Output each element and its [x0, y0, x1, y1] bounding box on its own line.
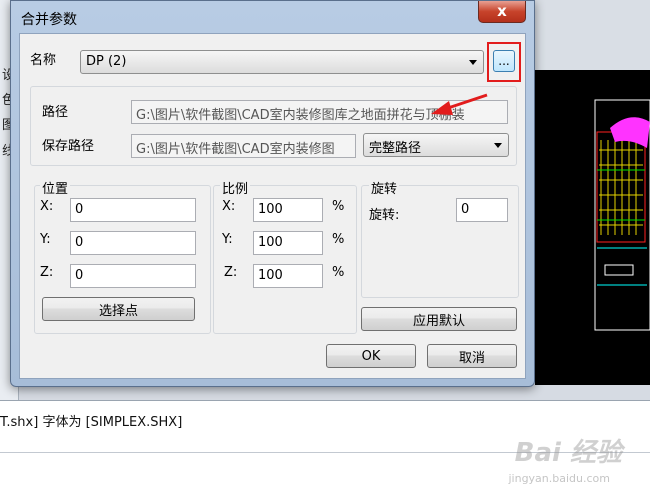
position-y-input[interactable]: 0: [70, 231, 196, 255]
position-z-label: Z:: [40, 265, 54, 280]
rotation-label: 旋转:: [369, 208, 400, 223]
scale-x-label: X:: [222, 199, 236, 214]
position-y-label: Y:: [40, 232, 51, 247]
close-icon: x: [497, 2, 507, 20]
name-label: 名称: [30, 53, 57, 68]
command-history-line: T.shx] 字体为 [SIMPLEX.SHX]: [0, 415, 183, 430]
scale-x-unit: %: [332, 199, 345, 214]
browse-highlight-box: ...: [487, 42, 521, 82]
path-value: G:\图片\软件截图\CAD室内装修图库之地面拼花与顶棚装: [136, 108, 465, 123]
scale-z-label: Z:: [224, 265, 238, 280]
position-y-value: 0: [75, 235, 84, 250]
cad-toolbar-area: [535, 0, 650, 70]
watermark-logo: Bai 经验: [514, 438, 622, 468]
dialog-title: 合并参数: [21, 12, 77, 28]
browse-button[interactable]: ...: [493, 50, 515, 72]
pick-point-button[interactable]: 选择点: [42, 297, 195, 321]
ok-label: OK: [361, 348, 381, 364]
dialog-titlebar[interactable]: 合并参数 x: [11, 1, 534, 33]
scale-x-value: 100: [258, 202, 283, 217]
merge-parameters-dialog: 合并参数 x 名称 DP (2) 路径 G:\图片\软件截图\CAD室内装修图库…: [10, 0, 535, 387]
cad-drawing-canvas[interactable]: [535, 70, 650, 385]
ok-button[interactable]: OK: [326, 344, 416, 368]
scale-y-value: 100: [258, 235, 283, 250]
position-x-input[interactable]: 0: [70, 198, 196, 222]
position-x-value: 0: [75, 202, 84, 217]
save-path-mode-select[interactable]: 完整路径: [363, 133, 509, 157]
scale-y-label: Y:: [222, 232, 233, 247]
scale-z-value: 100: [258, 268, 283, 283]
rotation-title: 旋转: [369, 178, 400, 197]
scale-z-input[interactable]: 100: [253, 264, 323, 288]
position-title: 位置: [40, 178, 71, 197]
position-x-label: X:: [40, 199, 54, 214]
ellipsis-icon: ...: [498, 54, 510, 68]
red-arrow-icon: [431, 93, 488, 115]
scale-z-unit: %: [332, 265, 345, 280]
watermark-url: jingyan.baidu.com: [508, 472, 610, 485]
save-path-value: G:\图片\软件截图\CAD室内装修图: [136, 142, 335, 157]
save-path-field[interactable]: G:\图片\软件截图\CAD室内装修图: [131, 134, 356, 158]
scale-y-input[interactable]: 100: [253, 231, 323, 255]
apply-default-label: 应用默认: [412, 313, 465, 329]
name-select[interactable]: DP (2): [80, 50, 484, 74]
save-path-mode-value: 完整路径: [369, 141, 422, 156]
scale-x-input[interactable]: 100: [253, 198, 323, 222]
close-button[interactable]: x: [478, 1, 526, 23]
rotation-input[interactable]: 0: [456, 198, 508, 222]
chevron-down-icon: [469, 60, 477, 65]
cancel-button[interactable]: 取消: [427, 344, 517, 368]
cancel-label: 取消: [458, 350, 485, 366]
cad-drawing-preview: [594, 99, 650, 331]
chevron-down-icon: [494, 143, 502, 148]
position-z-value: 0: [75, 268, 84, 283]
rotation-value: 0: [461, 202, 470, 217]
save-path-label: 保存路径: [42, 139, 95, 154]
pick-point-label: 选择点: [98, 303, 138, 319]
name-select-value: DP (2): [86, 54, 127, 69]
scale-title: 比例: [220, 178, 251, 197]
path-label: 路径: [42, 105, 69, 120]
position-z-input[interactable]: 0: [70, 264, 196, 288]
apply-default-button[interactable]: 应用默认: [361, 307, 517, 331]
dialog-client-area: 名称 DP (2) 路径 G:\图片\软件截图\CAD室内装修图库之地面拼花与顶…: [19, 33, 526, 379]
scale-y-unit: %: [332, 232, 345, 247]
